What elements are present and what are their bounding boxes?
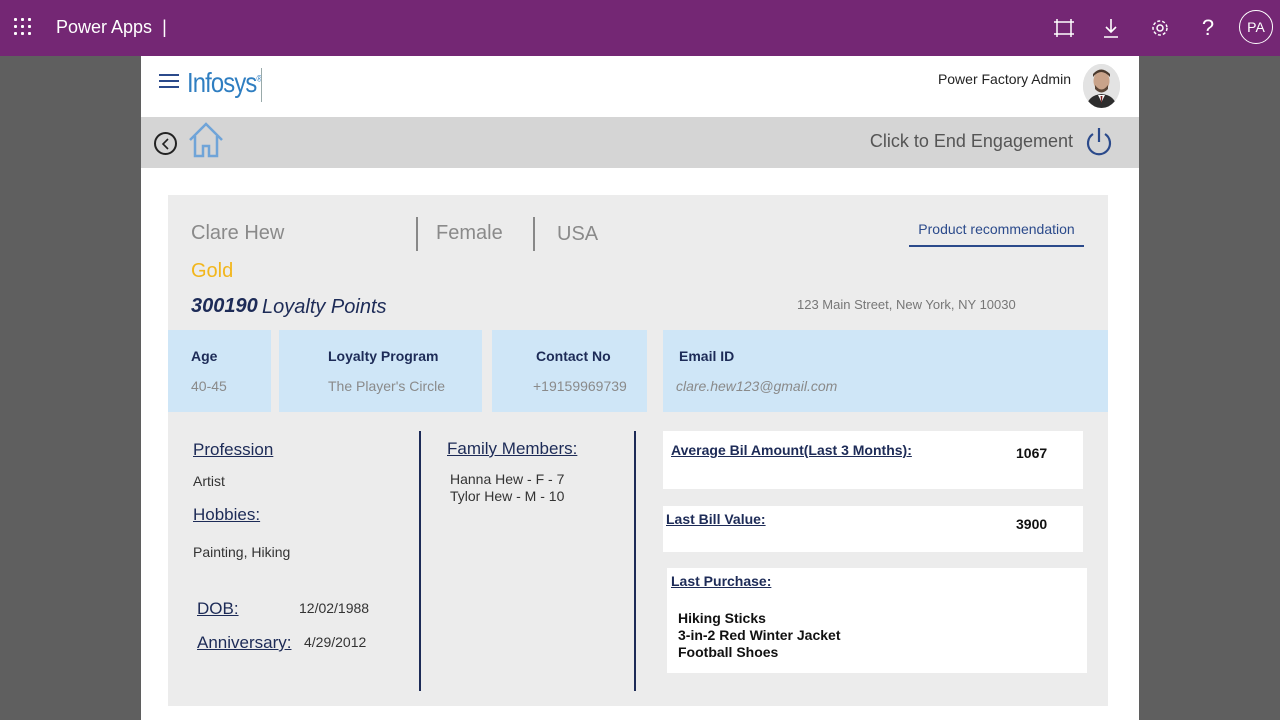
customer-country: USA	[557, 223, 599, 245]
back-button[interactable]	[154, 132, 177, 155]
settings-icon[interactable]	[1146, 14, 1174, 42]
waffle-icon[interactable]	[14, 18, 34, 38]
power-apps-top-bar: Power Apps | ? PA	[0, 0, 1280, 56]
divider	[416, 217, 418, 251]
age-box: Age 40-45	[168, 330, 271, 412]
loyalty-points-value: 300190	[191, 295, 258, 317]
purchase-item: Football Shoes	[678, 644, 779, 660]
download-icon[interactable]	[1097, 14, 1125, 42]
contact-box: Contact No +19159969739	[492, 330, 647, 412]
customer-profile-card: Clare Hew Female USA Product recommendat…	[168, 195, 1108, 706]
app-header: Infosys® Power Factory Admin	[141, 56, 1139, 117]
average-bill-label: Average Bil Amount(Last 3 Months):	[671, 442, 912, 458]
home-icon[interactable]	[186, 119, 226, 159]
user-avatar[interactable]: PA	[1239, 10, 1273, 44]
infosys-logo: Infosys®	[187, 67, 262, 98]
navigation-strip: Click to End Engagement	[141, 117, 1139, 168]
divider	[533, 217, 535, 251]
end-engagement-label[interactable]: Click to End Engagement	[870, 131, 1073, 152]
profession-label: Profession	[193, 440, 274, 459]
loyalty-program-label: Loyalty Program	[328, 348, 439, 364]
signed-in-user-name: Power Factory Admin	[937, 71, 1071, 87]
average-bill-value: 1067	[1016, 445, 1048, 461]
help-icon[interactable]: ?	[1194, 14, 1222, 42]
product-recommendation-button[interactable]: Product recommendation	[909, 215, 1084, 247]
loyalty-program-value: The Player's Circle	[328, 378, 446, 394]
column-divider	[419, 431, 421, 691]
family-member: Tylor Hew - M - 10	[450, 488, 565, 504]
anniversary-value: 4/29/2012	[304, 634, 367, 650]
contact-value: +19159969739	[533, 378, 627, 394]
anniversary-label: Anniversary:	[197, 633, 292, 652]
profession-value: Artist	[193, 473, 225, 489]
average-bill-box: Average Bil Amount(Last 3 Months): 1067	[663, 431, 1083, 489]
email-value: clare.hew123@gmail.com	[676, 378, 838, 394]
family-member: Hanna Hew - F - 7	[450, 471, 565, 487]
customer-name: Clare Hew	[191, 222, 285, 244]
last-bill-label: Last Bill Value:	[666, 511, 766, 527]
dob-value: 12/02/1988	[299, 600, 370, 616]
customer-gender: Female	[436, 222, 503, 244]
last-purchase-label: Last Purchase:	[671, 573, 772, 589]
age-value: 40-45	[191, 378, 227, 394]
last-purchase-list: Hiking Sticks 3-in-2 Red Winter Jacket F…	[678, 610, 840, 661]
hamburger-menu-icon[interactable]	[159, 74, 179, 90]
last-bill-box: Last Bill Value: 3900	[663, 506, 1083, 552]
contact-label: Contact No	[536, 348, 611, 364]
hobbies-label: Hobbies:	[193, 505, 261, 524]
customer-address: 123 Main Street, New York, NY 10030	[797, 297, 1016, 312]
purchase-item: 3-in-2 Red Winter Jacket	[678, 627, 841, 643]
email-label: Email ID	[679, 348, 735, 364]
loyalty-tier: Gold	[191, 260, 234, 282]
user-photo	[1083, 64, 1120, 108]
power-icon[interactable]	[1084, 126, 1114, 158]
app-canvas: Infosys® Power Factory Admin Click to En…	[141, 56, 1139, 720]
dob-label: DOB:	[197, 599, 239, 618]
logo-divider	[261, 68, 262, 102]
purchase-item: Hiking Sticks	[678, 610, 766, 626]
loyalty-points-label: Loyalty Points	[262, 296, 387, 318]
fit-screen-icon[interactable]	[1050, 14, 1078, 42]
email-box: Email ID clare.hew123@gmail.com	[663, 330, 1108, 412]
hobbies-value: Painting, Hiking	[193, 544, 291, 560]
age-label: Age	[191, 348, 218, 364]
last-bill-value: 3900	[1016, 516, 1048, 532]
column-divider	[634, 431, 636, 691]
family-members-label: Family Members:	[447, 439, 578, 458]
app-title: Power Apps |	[56, 17, 167, 37]
last-purchase-box: Last Purchase: Hiking Sticks 3-in-2 Red …	[667, 568, 1087, 673]
chevron-left-icon	[161, 137, 169, 150]
loyalty-program-box: Loyalty Program The Player's Circle	[279, 330, 482, 412]
